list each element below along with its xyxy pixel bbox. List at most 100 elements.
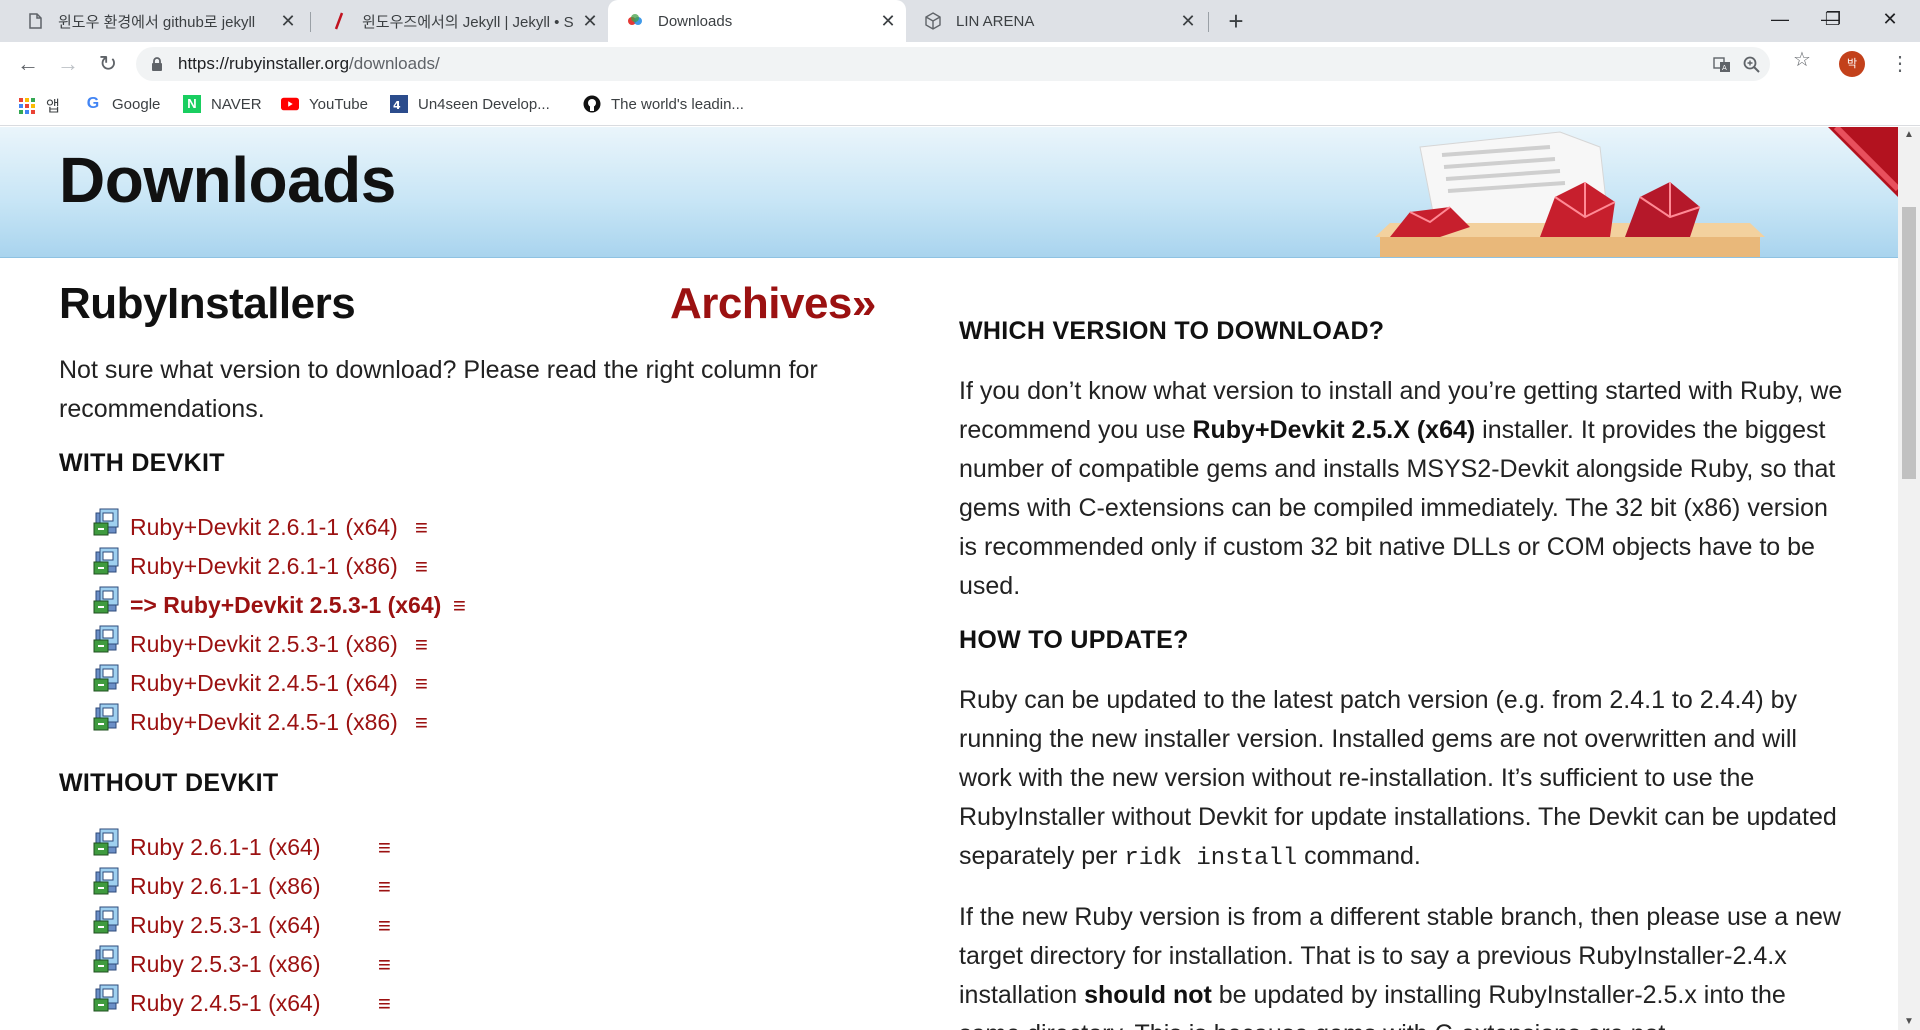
window-minimize-button[interactable]: —: [1750, 0, 1810, 38]
download-item: Ruby+Devkit 2.4.5-1 (x86) ≡: [92, 703, 441, 742]
more-vert-icon[interactable]: ⋮: [1890, 50, 1910, 78]
close-icon[interactable]: ✕: [876, 11, 900, 32]
download-item: Ruby+Devkit 2.6.1-1 (x64) ≡: [92, 508, 441, 547]
close-icon[interactable]: ✕: [276, 11, 300, 32]
forward-button[interactable]: →: [54, 50, 82, 78]
tab-title: 윈도우즈에서의 Jekyll | Jekyll • S: [362, 13, 574, 31]
lock-icon: [150, 56, 164, 77]
download-link[interactable]: Ruby 2.6.1-1 (x64): [130, 834, 320, 861]
download-link[interactable]: Ruby+Devkit 2.4.5-1 (x64): [130, 670, 398, 697]
zoom-icon[interactable]: [1742, 55, 1762, 75]
archives-link[interactable]: Archives»: [670, 279, 876, 329]
bookmark-naver[interactable]: N NAVER: [183, 95, 262, 113]
checksum-link[interactable]: ≡: [415, 515, 428, 541]
close-icon[interactable]: ✕: [578, 11, 602, 32]
download-link[interactable]: => Ruby+Devkit 2.5.3-1 (x64): [130, 592, 441, 619]
download-item: Ruby 2.4.5-1 (x64) ≡: [92, 984, 391, 1023]
tab-jekyll-windows[interactable]: 윈도우즈에서의 Jekyll | Jekyll • S ✕: [312, 0, 608, 42]
tab-lin-arena[interactable]: LIN ARENA ✕: [906, 0, 1206, 42]
close-icon[interactable]: ✕: [1176, 11, 1200, 32]
scroll-up-arrow-icon[interactable]: ▲: [1898, 127, 1920, 143]
checksum-link[interactable]: ≡: [415, 671, 428, 697]
download-link[interactable]: Ruby 2.5.3-1 (x64): [130, 912, 320, 939]
back-button[interactable]: ←: [14, 50, 42, 78]
tab-jekyll-github[interactable]: 윈도우 환경에서 github로 jekyll ✕: [8, 0, 306, 42]
bookmark-label: Google: [112, 95, 161, 113]
jekyll-icon: [330, 12, 348, 30]
installer-package-icon: [93, 828, 119, 855]
restore-icon: ❐: [1824, 9, 1842, 29]
bookmark-apps[interactable]: 앱: [18, 95, 60, 116]
checksum-link[interactable]: ≡: [378, 874, 391, 900]
bookmark-label: Un4seen Develop...: [418, 95, 550, 113]
window-maximize-button[interactable]: ❐: [1803, 0, 1863, 38]
without-devkit-list: Ruby 2.6.1-1 (x64) ≡ Ruby 2.6.1-1 (x86) ≡ Ru…: [92, 828, 391, 1023]
checksum-link[interactable]: ≡: [415, 710, 428, 736]
scrollbar-thumb[interactable]: [1902, 207, 1916, 479]
download-link[interactable]: Ruby+Devkit 2.6.1-1 (x64): [130, 514, 398, 541]
download-item: Ruby+Devkit 2.4.5-1 (x64) ≡: [92, 664, 441, 703]
tab-downloads[interactable]: Downloads ✕: [608, 0, 906, 42]
bookmark-google[interactable]: G Google: [84, 95, 161, 113]
without-devkit-heading: WITHOUT DEVKIT: [59, 769, 279, 797]
tab-divider: [1208, 12, 1209, 32]
tab-strip: 윈도우 환경에서 github로 jekyll ✕ 윈도우즈에서의 Jekyll…: [0, 0, 1920, 42]
tab-divider: [310, 12, 311, 32]
vertical-scrollbar[interactable]: ▲ ▼: [1898, 127, 1920, 1030]
download-link[interactable]: Ruby 2.6.1-1 (x86): [130, 873, 320, 900]
checksum-link[interactable]: ≡: [378, 913, 391, 939]
recommended-version: Ruby+Devkit 2.5.X (x64): [1192, 416, 1476, 444]
checksum-link[interactable]: ≡: [378, 952, 391, 978]
scroll-down-arrow-icon[interactable]: ▼: [1898, 1014, 1920, 1030]
browser-toolbar: ← → ↻ https://rubyinstaller.org/download…: [0, 42, 1920, 86]
bookmark-label: The world's leadin...: [611, 95, 744, 113]
url-host: https://rubyinstaller.org: [178, 54, 350, 73]
installer-package-icon: [93, 703, 119, 730]
download-link[interactable]: Ruby+Devkit 2.4.5-1 (x86): [130, 709, 398, 736]
download-item: Ruby 2.5.3-1 (x86) ≡: [92, 945, 391, 984]
bookmark-label: YouTube: [309, 95, 368, 113]
which-version-paragraph: If you don’t know what version to instal…: [959, 372, 1849, 606]
tab-title: LIN ARENA: [956, 12, 1035, 30]
avatar[interactable]: 박: [1839, 51, 1865, 77]
bookmarks-bar: 앱 G Google N NAVER YouTube 4 Un4seen Dev…: [0, 86, 1920, 126]
installer-package-icon: [93, 906, 119, 933]
intro-text: Not sure what version to download? Pleas…: [59, 356, 818, 423]
bookmark-youtube[interactable]: YouTube: [281, 95, 368, 113]
reload-button[interactable]: ↻: [94, 50, 122, 78]
translate-icon[interactable]: A: [1712, 55, 1732, 75]
which-version-heading: WHICH VERSION TO DOWNLOAD?: [959, 317, 1385, 345]
download-item: => Ruby+Devkit 2.5.3-1 (x64) ≡: [92, 586, 466, 625]
star-icon[interactable]: ☆: [1792, 50, 1812, 70]
tab-title: 윈도우 환경에서 github로 jekyll: [58, 13, 256, 31]
apps-grid-icon: [18, 97, 36, 115]
page-viewport: Downloads RubyInstallers Archives» Not s…: [0, 127, 1898, 1030]
bookmark-un4seen[interactable]: 4 Un4seen Develop...: [390, 95, 550, 113]
window-close-button[interactable]: ✕: [1860, 0, 1920, 38]
new-tab-button[interactable]: +: [1220, 6, 1252, 36]
update-paragraph-1: Ruby can be updated to the latest patch …: [959, 681, 1849, 878]
url-text[interactable]: https://rubyinstaller.org/downloads/: [178, 54, 440, 74]
text: command.: [1297, 842, 1421, 870]
close-icon: ✕: [1882, 9, 1898, 29]
bookmark-label: 앱: [46, 98, 60, 115]
with-devkit-list: Ruby+Devkit 2.6.1-1 (x64) ≡ Ruby+Devkit 2.…: [92, 508, 466, 742]
svg-text:4: 4: [393, 99, 401, 112]
download-link[interactable]: Ruby 2.4.5-1 (x64): [130, 990, 320, 1017]
download-link[interactable]: Ruby+Devkit 2.6.1-1 (x86): [130, 553, 398, 580]
download-item: Ruby 2.6.1-1 (x64) ≡: [92, 828, 391, 867]
emphasis: should not: [1084, 981, 1212, 1009]
installer-package-icon: [93, 586, 119, 613]
checksum-link[interactable]: ≡: [378, 991, 391, 1017]
bookmark-github[interactable]: The world's leadin...: [583, 95, 744, 113]
checksum-link[interactable]: ≡: [453, 593, 466, 619]
download-link[interactable]: Ruby+Devkit 2.5.3-1 (x86): [130, 631, 398, 658]
download-link[interactable]: Ruby 2.5.3-1 (x86): [130, 951, 320, 978]
checksum-link[interactable]: ≡: [378, 835, 391, 861]
address-bar[interactable]: https://rubyinstaller.org/downloads/ A: [136, 47, 1770, 81]
checksum-link[interactable]: ≡: [415, 632, 428, 658]
right-column: WHICH VERSION TO DOWNLOAD? If you don’t …: [959, 317, 1849, 1030]
installer-package-icon: [93, 508, 119, 535]
hero-banner: Downloads: [0, 127, 1898, 258]
checksum-link[interactable]: ≡: [415, 554, 428, 580]
